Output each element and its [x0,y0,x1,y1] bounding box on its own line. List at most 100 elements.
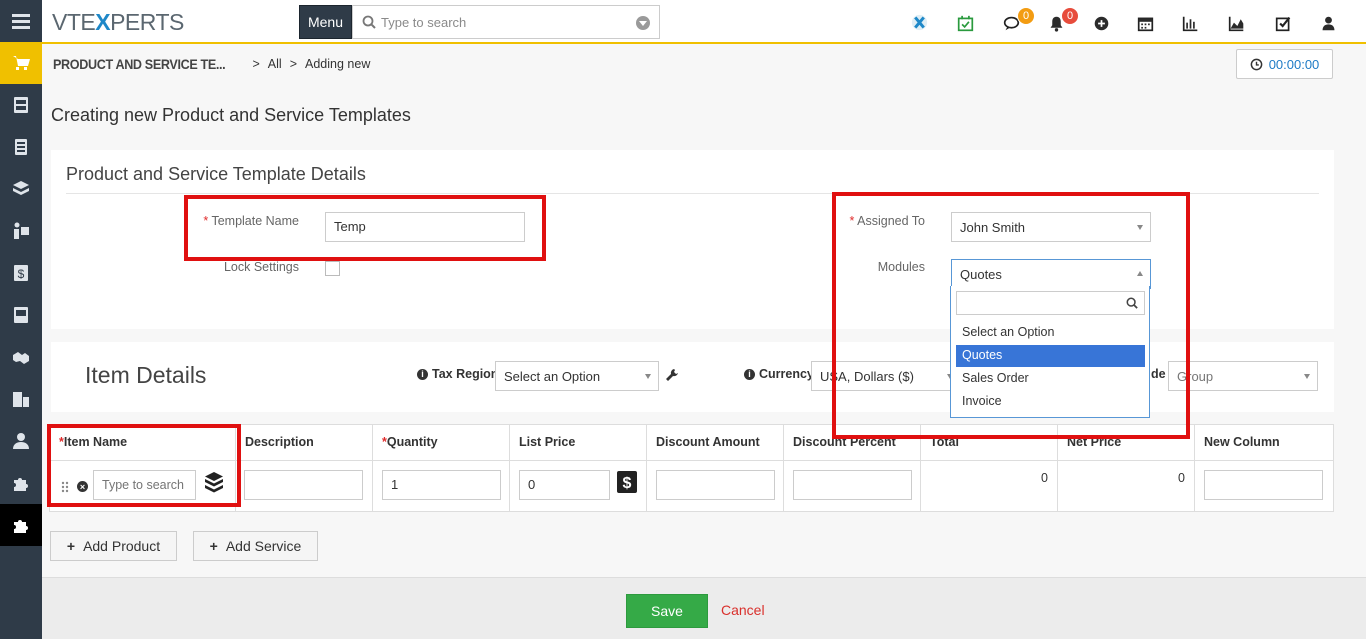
chevron-right-icon: > [289,57,298,71]
list-price-input[interactable]: 0 [519,470,610,500]
tax-mode-select[interactable]: Group [1168,361,1318,391]
wrench-icon[interactable] [665,368,679,382]
vtexperts-x-icon[interactable] [909,12,929,32]
invoice-icon[interactable]: $ [0,252,42,294]
menu-button[interactable]: Menu [299,5,352,39]
bar-chart-icon[interactable] [1180,13,1200,33]
lock-settings-label: Lock Settings [223,260,299,274]
price-book-icon[interactable]: $ [616,470,638,494]
breadcrumb-current: Adding new [305,57,371,71]
template-details-heading: Product and Service Template Details [66,164,366,184]
drag-handle-icon[interactable] [61,481,69,493]
quotes-icon[interactable] [0,126,42,168]
assigned-to-value: John Smith [960,220,1026,235]
products-icon[interactable] [0,42,42,84]
item-details-heading: Item Details [85,362,207,388]
user-profile-icon[interactable] [1318,13,1338,33]
handshake-icon[interactable] [0,336,42,378]
caret-up-icon [1137,271,1143,276]
discount-percent-cell [784,461,921,512]
cancel-link[interactable]: Cancel [721,602,765,618]
column-header-new-column: New Column [1195,425,1333,461]
contacts-icon[interactable] [0,420,42,462]
line-items-table: *Item Name Description *Quantity List Pr… [49,424,1334,512]
tax-region-select[interactable]: Select an Option [495,361,659,391]
column-header-net-price: Net Price [1058,425,1195,461]
modules-option[interactable]: Select an Option [956,322,1145,344]
search-icon [362,15,376,29]
assigned-to-select[interactable]: John Smith [951,212,1151,242]
search-icon [1126,297,1138,309]
clock-icon [1250,58,1263,70]
column-header-quantity: *Quantity [373,425,510,461]
quantity-input[interactable]: 1 [382,470,501,500]
svg-text:$: $ [18,267,25,281]
timer-value: 00:00:00 [1268,56,1320,72]
column-header-discount-amount: Discount Amount [647,425,784,461]
new-column-cell [1195,461,1333,512]
currency-label: i Currency [744,367,814,381]
tasks-checkbox-icon[interactable] [1273,13,1293,33]
extensions-icon[interactable] [0,462,42,504]
add-plus-icon[interactable] [1091,13,1111,33]
top-bar: VTEXPERTS Menu 0 0 [42,0,1366,44]
sales-order-icon[interactable] [0,84,42,126]
calendar-icon[interactable] [1135,13,1155,33]
currency-select[interactable]: USA, Dollars ($) [811,361,961,391]
add-product-button[interactable]: + Add Product [50,531,177,561]
column-header-discount-percent: Discount Percent [784,425,921,461]
remove-row-icon[interactable]: × [77,481,88,492]
sidebar: $ [0,0,42,639]
logo[interactable]: VTEXPERTS [52,9,184,36]
list-price-cell: 0 $ [510,461,647,512]
modules-dropdown-search[interactable] [956,291,1145,315]
services-icon[interactable] [0,168,42,210]
global-search[interactable] [352,5,660,39]
hamburger-menu-icon[interactable] [0,0,42,42]
assets-icon[interactable] [0,210,42,252]
timer[interactable]: 00:00:00 [1236,49,1333,79]
notifications-badge: 0 [1061,7,1079,25]
discount-percent-input[interactable] [793,470,912,500]
template-name-input[interactable]: Temp [325,212,525,242]
caret-down-icon [645,374,651,379]
column-header-item-name: *Item Name [50,425,236,461]
modules-value: Quotes [960,267,1002,282]
net-price-cell: 0 [1058,461,1195,512]
modules-label: Modules [877,260,925,274]
lock-settings-checkbox[interactable] [325,261,340,276]
save-button[interactable]: Save [626,594,708,628]
item-name-cell: × [50,461,236,512]
modules-select[interactable]: Quotes [951,259,1151,289]
item-name-search-input[interactable] [93,470,196,500]
modules-option-selected[interactable]: Quotes [956,345,1145,367]
area-chart-icon[interactable] [1226,13,1246,33]
plus-icon: + [209,538,218,554]
discount-amount-input[interactable] [656,470,775,500]
description-textarea[interactable] [244,470,363,500]
templates-icon[interactable] [0,504,42,546]
assigned-to-label: * Assigned To [849,214,925,228]
tax-mode-label: de [1151,367,1166,381]
new-column-input[interactable] [1204,470,1323,500]
plus-icon: + [66,538,76,554]
search-input[interactable] [381,13,621,31]
chevron-right-icon: > [252,57,260,71]
page-title: Creating new Product and Service Templat… [51,105,411,125]
modules-option[interactable]: Invoice [956,391,1145,413]
breadcrumb-all[interactable]: All [268,57,282,71]
purchase-order-icon[interactable] [0,294,42,336]
calendar-check-icon[interactable] [955,13,975,33]
main-content: PRODUCT AND SERVICE TE... > All > Adding… [42,44,1366,639]
product-box-icon[interactable] [202,470,226,494]
add-service-button[interactable]: + Add Service [193,531,318,561]
comments-badge: 0 [1017,7,1035,25]
breadcrumb-module[interactable]: PRODUCT AND SERVICE TE... [53,56,226,72]
template-name-label: * Template Name [203,214,299,228]
total-cell: 0 [921,461,1058,512]
breadcrumb: PRODUCT AND SERVICE TE... > All > Adding… [53,56,370,72]
search-dropdown-icon[interactable] [636,16,650,30]
column-header-list-price: List Price [510,425,647,461]
organizations-icon[interactable] [0,378,42,420]
modules-option[interactable]: Sales Order [956,368,1145,390]
